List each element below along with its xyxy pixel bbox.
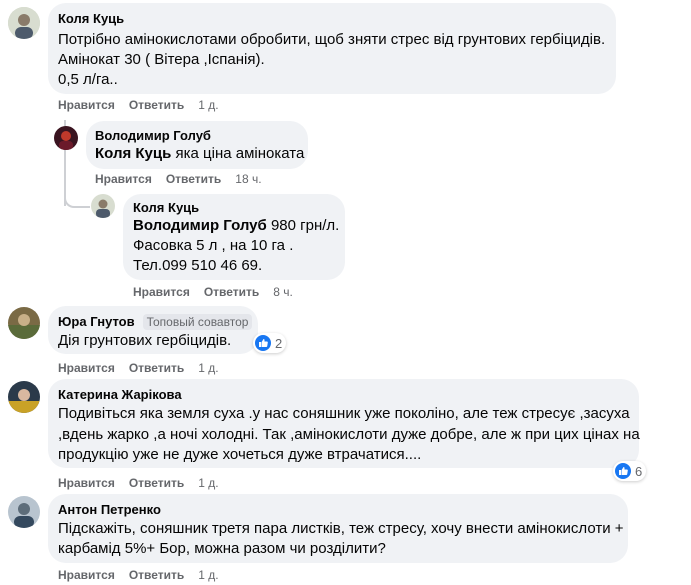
reaction-count[interactable]: 6 bbox=[613, 461, 647, 481]
author-name[interactable]: Юра Гнутов bbox=[58, 314, 135, 329]
comment-text: Подивіться яка земля суха .у нас соняшни… bbox=[58, 405, 630, 422]
thread-line bbox=[64, 186, 90, 208]
timestamp[interactable]: 1 д. bbox=[198, 98, 218, 112]
timestamp[interactable]: 1 д. bbox=[198, 476, 218, 490]
comment-author[interactable]: Коля Куць bbox=[133, 200, 199, 215]
comment-actions: Нравится Ответить 18 ч. bbox=[95, 172, 262, 186]
comment-text: Володимир Голуб 980 грн/л. bbox=[133, 217, 340, 234]
reply-button[interactable]: Ответить bbox=[129, 476, 184, 490]
timestamp[interactable]: 18 ч. bbox=[235, 172, 261, 186]
comment-author[interactable]: Антон Петренко bbox=[58, 502, 161, 517]
timestamp[interactable]: 1 д. bbox=[198, 361, 218, 375]
comment-author[interactable]: Володимир Голуб bbox=[95, 128, 211, 143]
avatar[interactable] bbox=[8, 307, 40, 339]
timestamp[interactable]: 1 д. bbox=[198, 568, 218, 582]
avatar[interactable] bbox=[8, 7, 40, 39]
reply-button[interactable]: Ответить bbox=[129, 361, 184, 375]
comment-text: 0,5 л/га.. bbox=[58, 71, 118, 88]
comment-text: Фасовка 5 л , на 10 га . bbox=[133, 237, 294, 254]
like-button[interactable]: Нравится bbox=[58, 476, 115, 490]
reply-button[interactable]: Ответить bbox=[166, 172, 221, 186]
avatar[interactable] bbox=[8, 496, 40, 528]
avatar[interactable] bbox=[8, 381, 40, 413]
comment-actions: Нравится Ответить 1 д. bbox=[58, 568, 219, 582]
like-button[interactable]: Нравится bbox=[58, 361, 115, 375]
like-icon bbox=[615, 463, 631, 479]
like-button[interactable]: Нравится bbox=[95, 172, 152, 186]
like-button[interactable]: Нравится bbox=[58, 98, 115, 112]
mention-link[interactable]: Коля Куць bbox=[95, 145, 171, 162]
comment-text: ,вдень жарко ,а ночі холодні. Так ,аміно… bbox=[58, 426, 640, 443]
avatar[interactable] bbox=[91, 194, 115, 218]
comment-author: Юра Гнутов Топовый совавтор bbox=[58, 314, 253, 330]
comment-author[interactable]: Коля Куць bbox=[58, 11, 124, 26]
comment-actions: Нравится Ответить 1 д. bbox=[58, 476, 219, 490]
comment-author[interactable]: Катерина Жарікова bbox=[58, 387, 182, 402]
comment-text: Дія грунтових гербіцидів. bbox=[58, 332, 232, 349]
like-button[interactable]: Нравится bbox=[133, 285, 190, 299]
comment-actions: Нравится Ответить 8 ч. bbox=[133, 285, 293, 299]
top-contributor-badge: Топовый совавтор bbox=[142, 314, 253, 330]
reaction-count[interactable]: 2 bbox=[253, 333, 287, 353]
timestamp[interactable]: 8 ч. bbox=[273, 285, 293, 299]
reply-button[interactable]: Ответить bbox=[204, 285, 259, 299]
comment-text: Амінокат 30 ( Вітера ,Іспанія). bbox=[58, 51, 265, 68]
comment-text: Тел.099 510 46 69. bbox=[133, 257, 263, 274]
comment-text: Потрібно амінокислотами обробити, щоб зн… bbox=[58, 31, 606, 48]
reply-button[interactable]: Ответить bbox=[129, 98, 184, 112]
comment-text: Підскажіть, соняшник третя пара листків,… bbox=[58, 520, 624, 537]
reply-button[interactable]: Ответить bbox=[129, 568, 184, 582]
comment-actions: Нравится Ответить 1 д. bbox=[58, 98, 219, 112]
like-icon bbox=[255, 335, 271, 351]
comment-actions: Нравится Ответить 1 д. bbox=[58, 361, 219, 375]
like-button[interactable]: Нравится bbox=[58, 568, 115, 582]
comment-text: Коля Куць яка ціна аміноката bbox=[95, 145, 305, 162]
mention-link[interactable]: Володимир Голуб bbox=[133, 217, 267, 234]
avatar[interactable] bbox=[54, 126, 78, 150]
comment-text: продукцію уже не дуже хочеться дуже втра… bbox=[58, 446, 422, 463]
comment-text: карбамід 5%+ Бор, можна разом чи розділи… bbox=[58, 540, 386, 557]
